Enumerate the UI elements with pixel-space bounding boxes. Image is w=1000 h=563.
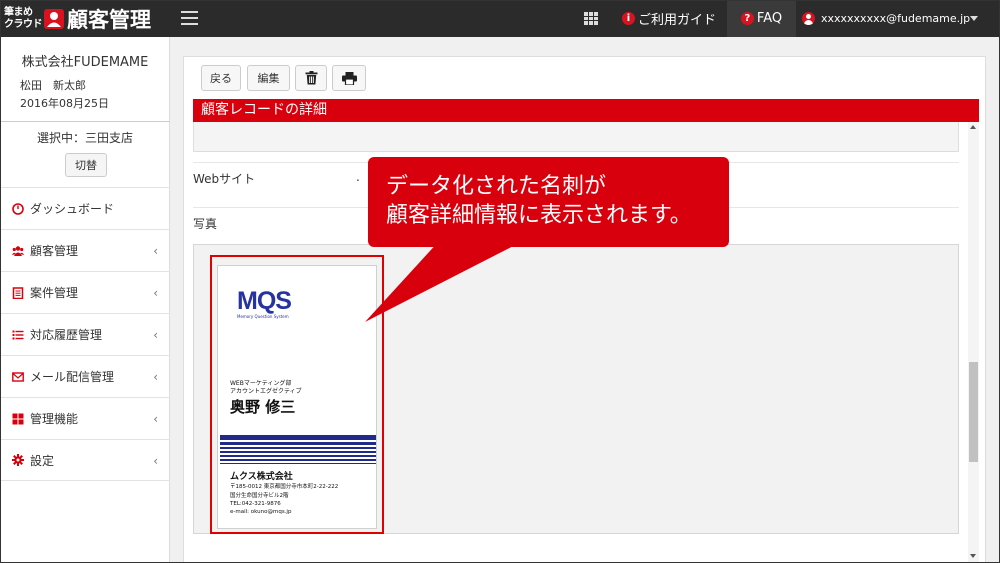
callout-line-2: 顧客詳細情報に表示されます。 — [386, 203, 692, 228]
annotation-callout: データ化された名刺が 顧客詳細情報に表示されます。 — [368, 157, 729, 247]
callout-line-1: データ化された名刺が — [386, 174, 607, 199]
callout-pointer — [365, 240, 525, 322]
